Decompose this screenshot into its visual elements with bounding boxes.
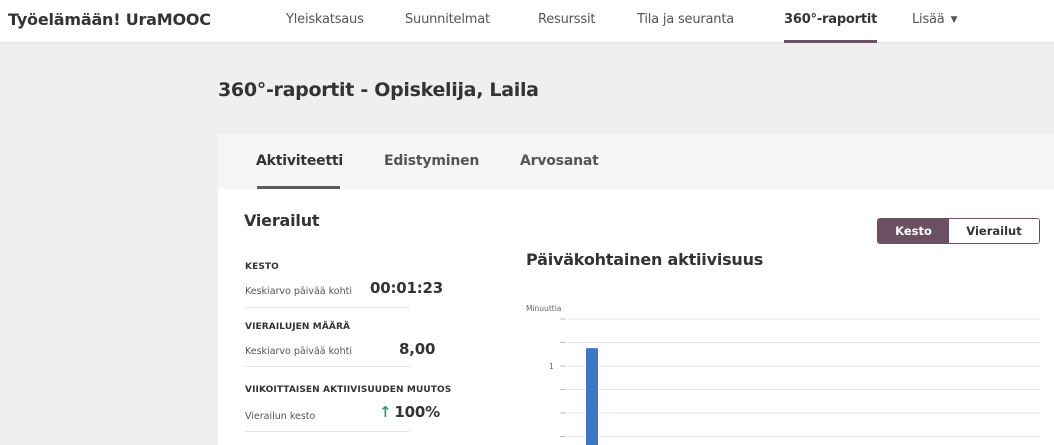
nav-item-360-raportit[interactable]: 360°-raportit (784, 12, 877, 27)
nav-item-lisaa[interactable]: Lisää ▼ (912, 12, 957, 27)
page-title: 360°-raportit - Opiskelija, Laila (218, 79, 539, 101)
report-tabs: Aktiviteetti Edistyminen Arvosanat (218, 134, 1054, 189)
y-axis-ticks: 1 (549, 362, 554, 371)
active-nav-indicator (784, 40, 877, 43)
nav-item-lisaa-label: Lisää (912, 12, 945, 27)
y-tick-label: 1 (549, 362, 554, 371)
tab-aktiviteetti[interactable]: Aktiviteetti (256, 153, 343, 169)
nav-item-resurssit[interactable]: Resurssit (538, 12, 595, 27)
y-axis-label: Minuuttia (526, 304, 561, 313)
tab-edistyminen[interactable]: Edistyminen (384, 153, 479, 169)
chart-gridlines (560, 318, 1040, 437)
nav-item-suunnitelmat[interactable]: Suunnitelmat (405, 12, 490, 27)
app-title[interactable]: Työelämään! UraMOOC (8, 10, 211, 29)
top-navigation-bar: Työelämään! UraMOOC Yleiskatsaus Suunnit… (0, 0, 1054, 43)
caret-down-icon: ▼ (950, 15, 958, 25)
tab-arvosanat[interactable]: Arvosanat (520, 153, 599, 169)
chart-bar[interactable] (586, 348, 598, 445)
activity-panel: Vierailut KESTO Keskiarvo päivää kohti 0… (218, 189, 1054, 445)
nav-item-yleiskatsaus[interactable]: Yleiskatsaus (286, 12, 364, 27)
daily-activity-chart: Minuuttia 1 (526, 304, 1040, 445)
nav-item-tila-ja-seuranta[interactable]: Tila ja seuranta (637, 12, 734, 27)
chart-bars (586, 348, 598, 445)
